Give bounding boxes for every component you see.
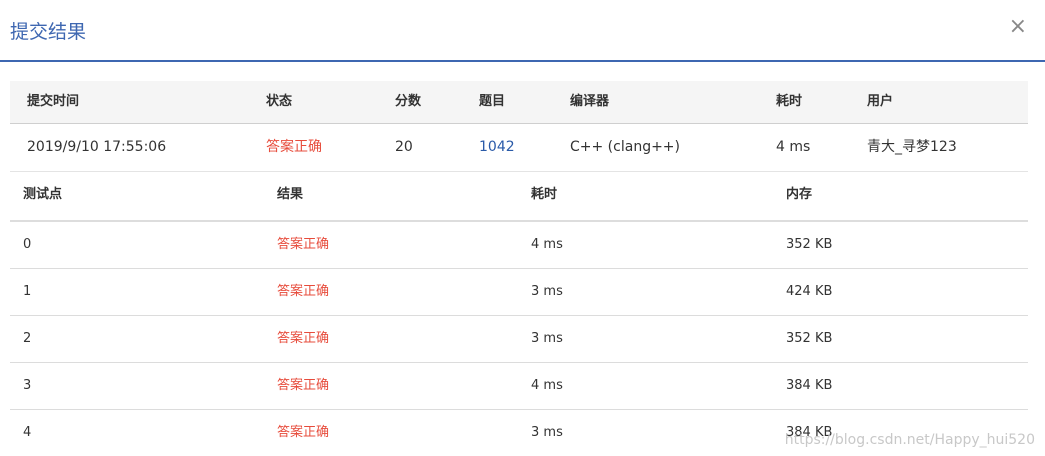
status-badge: 答案正确 [266, 139, 322, 155]
test-result: 答案正确 [277, 237, 330, 252]
elapsed-value: 4 ms [776, 139, 811, 155]
test-cases-table: 测试点 结果 耗时 内存 0 答案正确 4 ms 352 KB 1 答案正确 3… [10, 172, 1028, 456]
close-icon[interactable]: × [1009, 16, 1027, 38]
submit-time: 2019/9/10 17:55:06 [27, 139, 167, 155]
test-point-id: 4 [23, 425, 32, 440]
test-point-id: 3 [23, 378, 32, 393]
cases-header-row: 测试点 结果 耗时 内存 [10, 172, 1028, 222]
test-result: 答案正确 [277, 378, 330, 393]
compiler-value: C++ (clang++) [570, 139, 680, 155]
test-memory: 384 KB [786, 378, 833, 393]
table-row: 0 答案正确 4 ms 352 KB [10, 222, 1028, 269]
header-submit-time: 提交时间 [27, 94, 80, 109]
user-name: 青大_寻梦123 [867, 139, 957, 155]
test-memory: 352 KB [786, 331, 833, 346]
summary-row: 2019/9/10 17:55:06 答案正确 20 1042 C++ (cla… [10, 124, 1028, 172]
header-test-point: 测试点 [23, 187, 63, 202]
header-time: 耗时 [531, 187, 558, 202]
header-compiler: 编译器 [570, 94, 610, 109]
header-result: 结果 [277, 187, 304, 202]
header-elapsed: 耗时 [776, 94, 803, 109]
dialog-header: 提交结果 × [0, 0, 1045, 62]
header-user: 用户 [867, 94, 894, 109]
table-row: 2 答案正确 3 ms 352 KB [10, 316, 1028, 363]
test-memory: 424 KB [786, 284, 833, 299]
test-time: 4 ms [531, 237, 563, 252]
test-time: 4 ms [531, 378, 563, 393]
test-time: 3 ms [531, 425, 563, 440]
table-row: 3 答案正确 4 ms 384 KB [10, 363, 1028, 410]
header-status: 状态 [266, 94, 293, 109]
dialog-title: 提交结果 [10, 21, 87, 43]
header-problem: 题目 [479, 94, 506, 109]
header-memory: 内存 [786, 187, 813, 202]
test-point-id: 2 [23, 331, 32, 346]
test-point-id: 1 [23, 284, 32, 299]
test-time: 3 ms [531, 331, 563, 346]
test-time: 3 ms [531, 284, 563, 299]
table-row: 1 答案正确 3 ms 424 KB [10, 269, 1028, 316]
submission-summary-table: 提交时间 状态 分数 题目 编译器 耗时 用户 2019/9/10 17:55:… [10, 81, 1028, 172]
header-score: 分数 [395, 94, 422, 109]
test-result: 答案正确 [277, 425, 330, 440]
test-result: 答案正确 [277, 331, 330, 346]
test-result: 答案正确 [277, 284, 330, 299]
problem-link[interactable]: 1042 [479, 124, 515, 171]
score-value: 20 [395, 139, 413, 155]
test-point-id: 0 [23, 237, 32, 252]
test-memory: 352 KB [786, 237, 833, 252]
watermark: https://blog.csdn.net/Happy_hui520 [784, 432, 1035, 448]
summary-header-row: 提交时间 状态 分数 题目 编译器 耗时 用户 [10, 81, 1028, 124]
